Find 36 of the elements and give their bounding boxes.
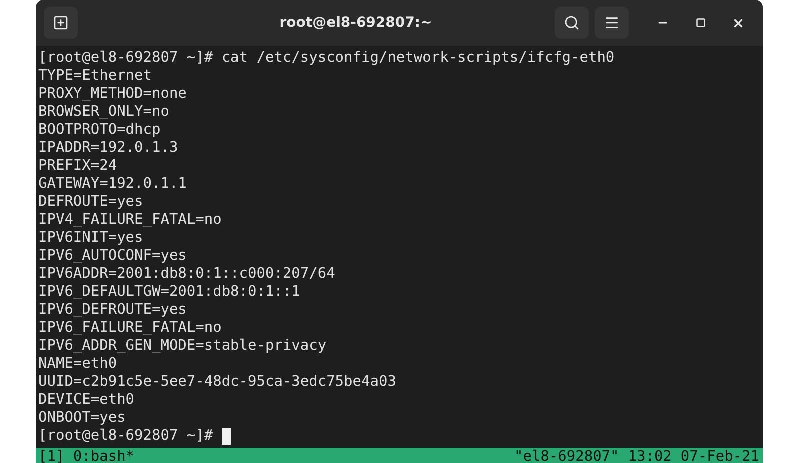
terminal-line: IPV6_ADDR_GEN_MODE=stable-privacy bbox=[38, 337, 327, 355]
search-icon bbox=[564, 15, 580, 31]
terminal-line: UUID=c2b91c5e-5ee7-48dc-95ca-3edc75be4a03 bbox=[38, 373, 396, 391]
terminal-line: DEFROUTE=yes bbox=[38, 193, 144, 211]
terminal-line: NAME=eth0 bbox=[38, 355, 118, 373]
new-tab-button[interactable] bbox=[44, 7, 78, 39]
new-tab-icon bbox=[52, 15, 68, 31]
shell-prompt: [root@el8-692807 ~]# bbox=[38, 427, 214, 445]
terminal-line: PREFIX=24 bbox=[38, 157, 118, 175]
terminal-line: ONBOOT=yes bbox=[38, 409, 126, 427]
menu-icon bbox=[604, 15, 620, 31]
terminal-line: [root@el8-692807 ~]# cat /etc/sysconfig/network-scripts/ifcfg-eth0 bbox=[38, 49, 615, 67]
terminal-line: IPV6ADDR=2001:db8:0:1::c000:207/64 bbox=[38, 265, 336, 283]
text-cursor bbox=[222, 428, 232, 444]
window-list: [1] 0:bash* bbox=[38, 448, 135, 463]
window-title: root@el8-692807:~ bbox=[280, 14, 432, 32]
terminal-line: BROWSER_ONLY=no bbox=[38, 103, 170, 121]
clock-time: 13:02 bbox=[628, 448, 672, 463]
search-button[interactable] bbox=[554, 7, 588, 39]
terminal-line: GATEWAY=192.0.1.1 bbox=[38, 175, 187, 193]
terminal-line: IPV6_DEFAULTGW=2001:db8:0:1::1 bbox=[38, 283, 300, 301]
terminal-line: IPADDR=192.0.1.3 bbox=[38, 139, 178, 157]
terminal-line: IPV6_DEFROUTE=yes bbox=[38, 301, 187, 319]
terminal-line: IPV6_AUTOCONF=yes bbox=[38, 247, 187, 265]
date-text: 07-Feb-21 bbox=[680, 448, 760, 463]
menu-button[interactable] bbox=[594, 7, 628, 39]
terminal-line: IPV4_FAILURE_FATAL=no bbox=[38, 211, 222, 229]
host-name: "el8-692807" bbox=[514, 448, 620, 463]
terminal-line: BOOTPROTO=dhcp bbox=[38, 121, 161, 139]
close-icon bbox=[732, 16, 745, 30]
terminal-line: DEVICE=eth0 bbox=[38, 391, 135, 409]
terminal-line: PROXY_METHOD=none bbox=[38, 85, 187, 103]
terminal-line: IPV6_FAILURE_FATAL=no bbox=[38, 319, 222, 337]
terminal-line: IPV6INIT=yes bbox=[38, 229, 144, 247]
maximize-icon bbox=[696, 18, 706, 28]
terminal-line: TYPE=Ethernet bbox=[38, 67, 152, 85]
